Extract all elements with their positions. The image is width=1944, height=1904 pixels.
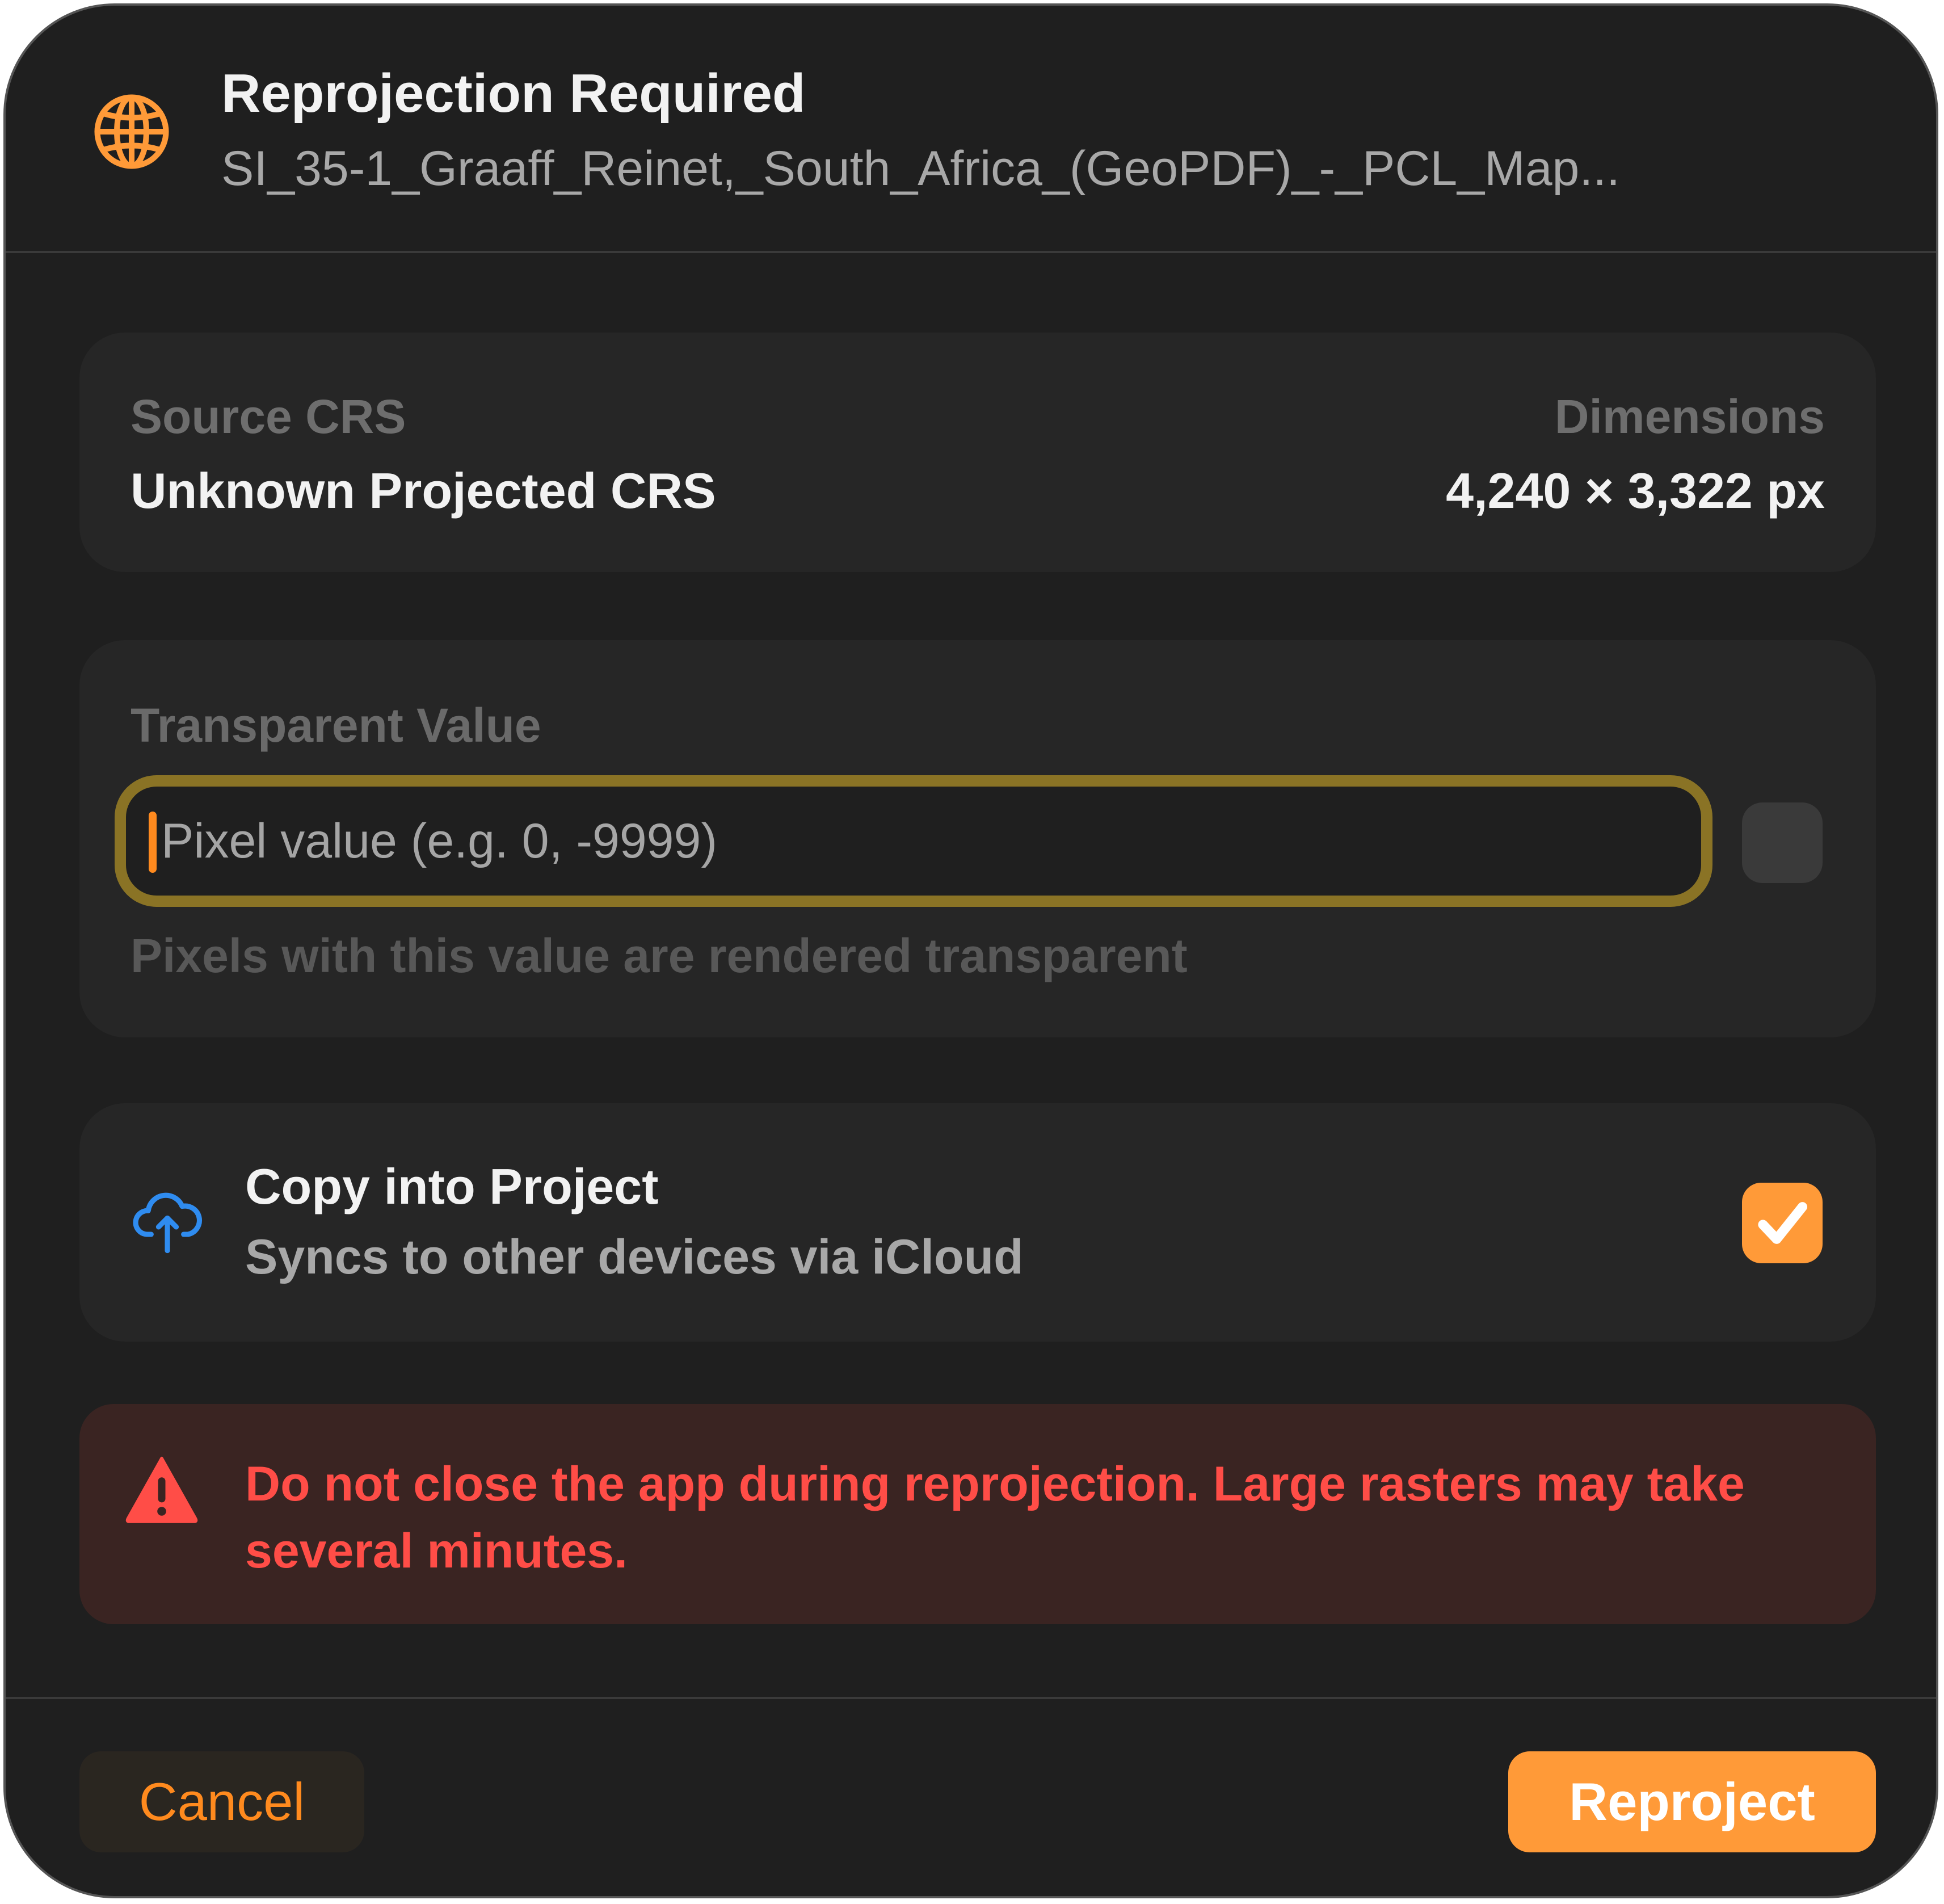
transparent-value-label: Transparent Value [131,699,541,752]
warning-banner: Do not close the app during reprojection… [79,1404,1876,1624]
transparent-value-card: Transparent Value Pixels with this value… [79,640,1876,1037]
transparent-value-checkbox[interactable] [1742,802,1823,883]
warning-text: Do not close the app during reprojection… [245,1457,1745,1578]
globe-icon [94,94,169,169]
cloud-upload-icon [133,1192,202,1254]
copy-into-project-title: Copy into Project [245,1158,659,1214]
file-name: SI_35-1_Graaff_Reinet,_South_Africa_(Geo… [221,141,1621,196]
transparent-value-help: Pixels with this value are rendered tran… [131,929,1188,982]
transparent-value-input[interactable] [161,808,1636,874]
dimensions-label: Dimensions [1554,390,1825,443]
footer-divider [6,1697,1936,1699]
text-caret [149,812,157,873]
checkmark-icon [1758,1202,1808,1244]
dimensions-value: 4,240 × 3,322 px [1446,463,1825,519]
copy-into-project-subtitle: Syncs to other devices via iCloud [245,1230,1024,1284]
warning-triangle-icon [125,1456,198,1523]
dialog-header: Reprojection Required SI_35-1_Graaff_Rei… [6,6,1936,253]
source-crs-label: Source CRS [131,390,406,443]
transparent-value-field[interactable] [115,775,1712,907]
copy-into-project-checkbox[interactable] [1742,1183,1823,1263]
source-crs-value: Unknown Projected CRS [131,463,716,519]
info-card: Source CRS Unknown Projected CRS Dimensi… [79,333,1876,572]
reproject-button[interactable]: Reproject [1508,1751,1876,1852]
dialog-title: Reprojection Required [221,63,806,124]
reprojection-dialog: Reprojection Required SI_35-1_Graaff_Rei… [3,3,1938,1898]
cancel-button[interactable]: Cancel [79,1751,364,1852]
copy-into-project-card: Copy into Project Syncs to other devices… [79,1103,1876,1342]
